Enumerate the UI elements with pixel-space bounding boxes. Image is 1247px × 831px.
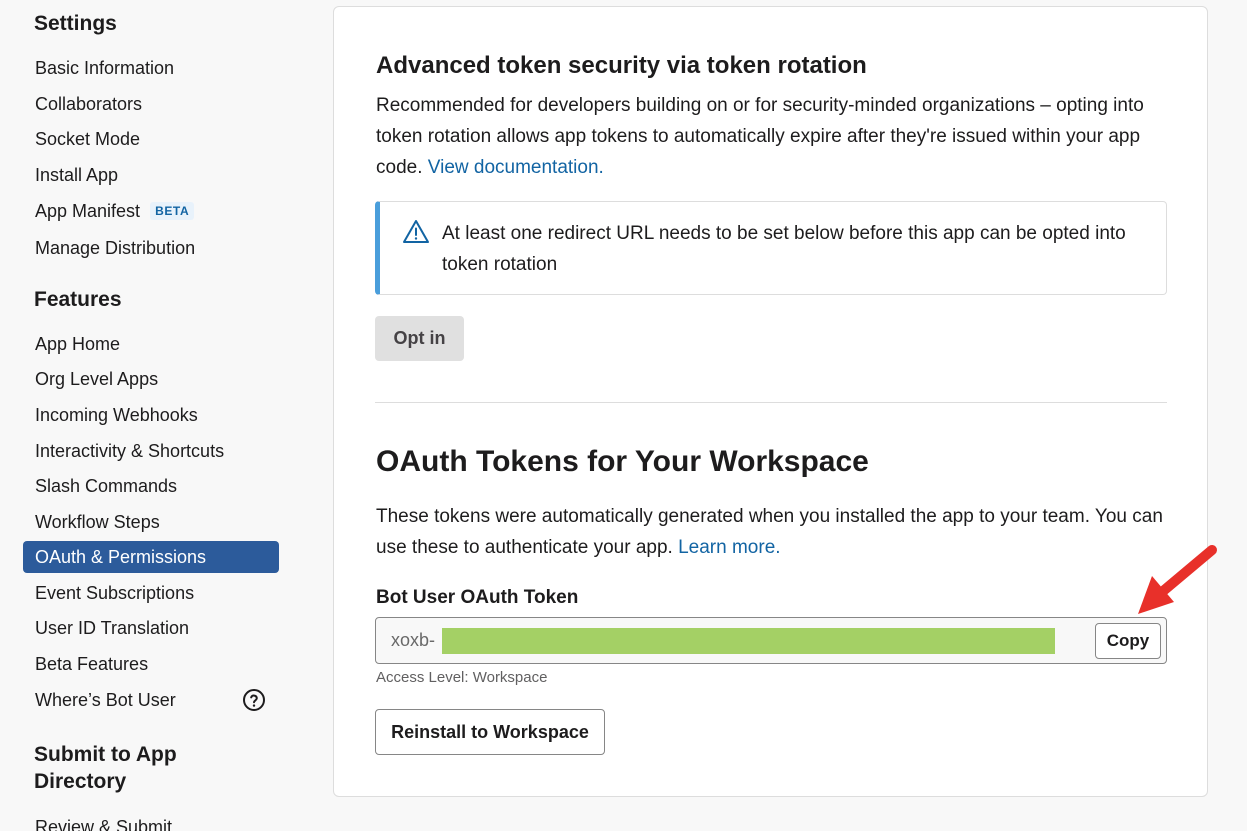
bot-token-field[interactable]: xoxb- Copy xyxy=(375,617,1167,664)
sidebar-item-org-level-apps[interactable]: Org Level Apps xyxy=(23,363,279,395)
sidebar-item-beta-features[interactable]: Beta Features xyxy=(23,648,279,680)
access-level-text: Access Level: Workspace xyxy=(376,669,548,686)
sidebar-item-collaborators[interactable]: Collaborators xyxy=(23,88,279,120)
sidebar-item-incoming-webhooks[interactable]: Incoming Webhooks xyxy=(23,399,279,431)
sidebar-item-basic-information[interactable]: Basic Information xyxy=(23,52,279,84)
opt-in-button[interactable]: Opt in xyxy=(375,316,464,361)
settings-heading: Settings xyxy=(34,12,117,35)
beta-badge: BETA xyxy=(150,202,195,220)
section-divider xyxy=(375,402,1167,403)
help-icon[interactable] xyxy=(242,688,266,712)
sidebar-item-install-app[interactable]: Install App xyxy=(23,159,279,191)
oauth-tokens-description: These tokens were automatically generate… xyxy=(376,506,1163,558)
sidebar-item-oauth-permissions[interactable]: OAuth & Permissions xyxy=(23,541,279,573)
sidebar-item-wheres-bot-user[interactable]: Where’s Bot User xyxy=(23,684,279,716)
sidebar-item-workflow-steps[interactable]: Workflow Steps xyxy=(23,506,279,538)
view-documentation-link[interactable]: View documentation. xyxy=(428,157,604,178)
main-panel: Advanced token security via token rotati… xyxy=(333,6,1208,797)
sidebar-item-slash-commands[interactable]: Slash Commands xyxy=(23,470,279,502)
warning-icon xyxy=(403,220,429,243)
notice-text: At least one redirect URL needs to be se… xyxy=(442,223,1126,275)
features-heading: Features xyxy=(34,288,122,311)
sidebar-item-review-submit[interactable]: Review & Submit xyxy=(23,811,279,831)
sidebar-item-socket-mode[interactable]: Socket Mode xyxy=(23,123,279,155)
token-redaction xyxy=(442,628,1055,654)
token-rotation-description: Recommended for developers building on o… xyxy=(376,95,1144,178)
sidebar-item-app-manifest[interactable]: App Manifest BETA xyxy=(23,195,279,227)
sidebar-item-manage-distribution[interactable]: Manage Distribution xyxy=(23,232,279,264)
submit-heading-line2: Directory xyxy=(34,770,127,793)
reinstall-to-workspace-button[interactable]: Reinstall to Workspace xyxy=(375,709,605,755)
token-rotation-title: Advanced token security via token rotati… xyxy=(376,52,867,79)
submit-heading-line1: Submit to App xyxy=(34,743,177,766)
bot-token-label: Bot User OAuth Token xyxy=(376,587,579,608)
oauth-tokens-title: OAuth Tokens for Your Workspace xyxy=(376,445,869,478)
learn-more-link[interactable]: Learn more. xyxy=(678,537,780,558)
token-prefix: xoxb- xyxy=(391,630,436,650)
copy-button[interactable]: Copy xyxy=(1095,623,1161,659)
sidebar-item-user-id-translation[interactable]: User ID Translation xyxy=(23,612,279,644)
sidebar-item-interactivity-shortcuts[interactable]: Interactivity & Shortcuts xyxy=(23,435,279,467)
redirect-url-notice: At least one redirect URL needs to be se… xyxy=(375,201,1167,295)
sidebar: Settings Basic Information Collaborators… xyxy=(0,0,300,831)
sidebar-item-app-home[interactable]: App Home xyxy=(23,328,279,360)
sidebar-item-event-subscriptions[interactable]: Event Subscriptions xyxy=(23,577,279,609)
red-arrow-annotation xyxy=(1138,545,1217,614)
